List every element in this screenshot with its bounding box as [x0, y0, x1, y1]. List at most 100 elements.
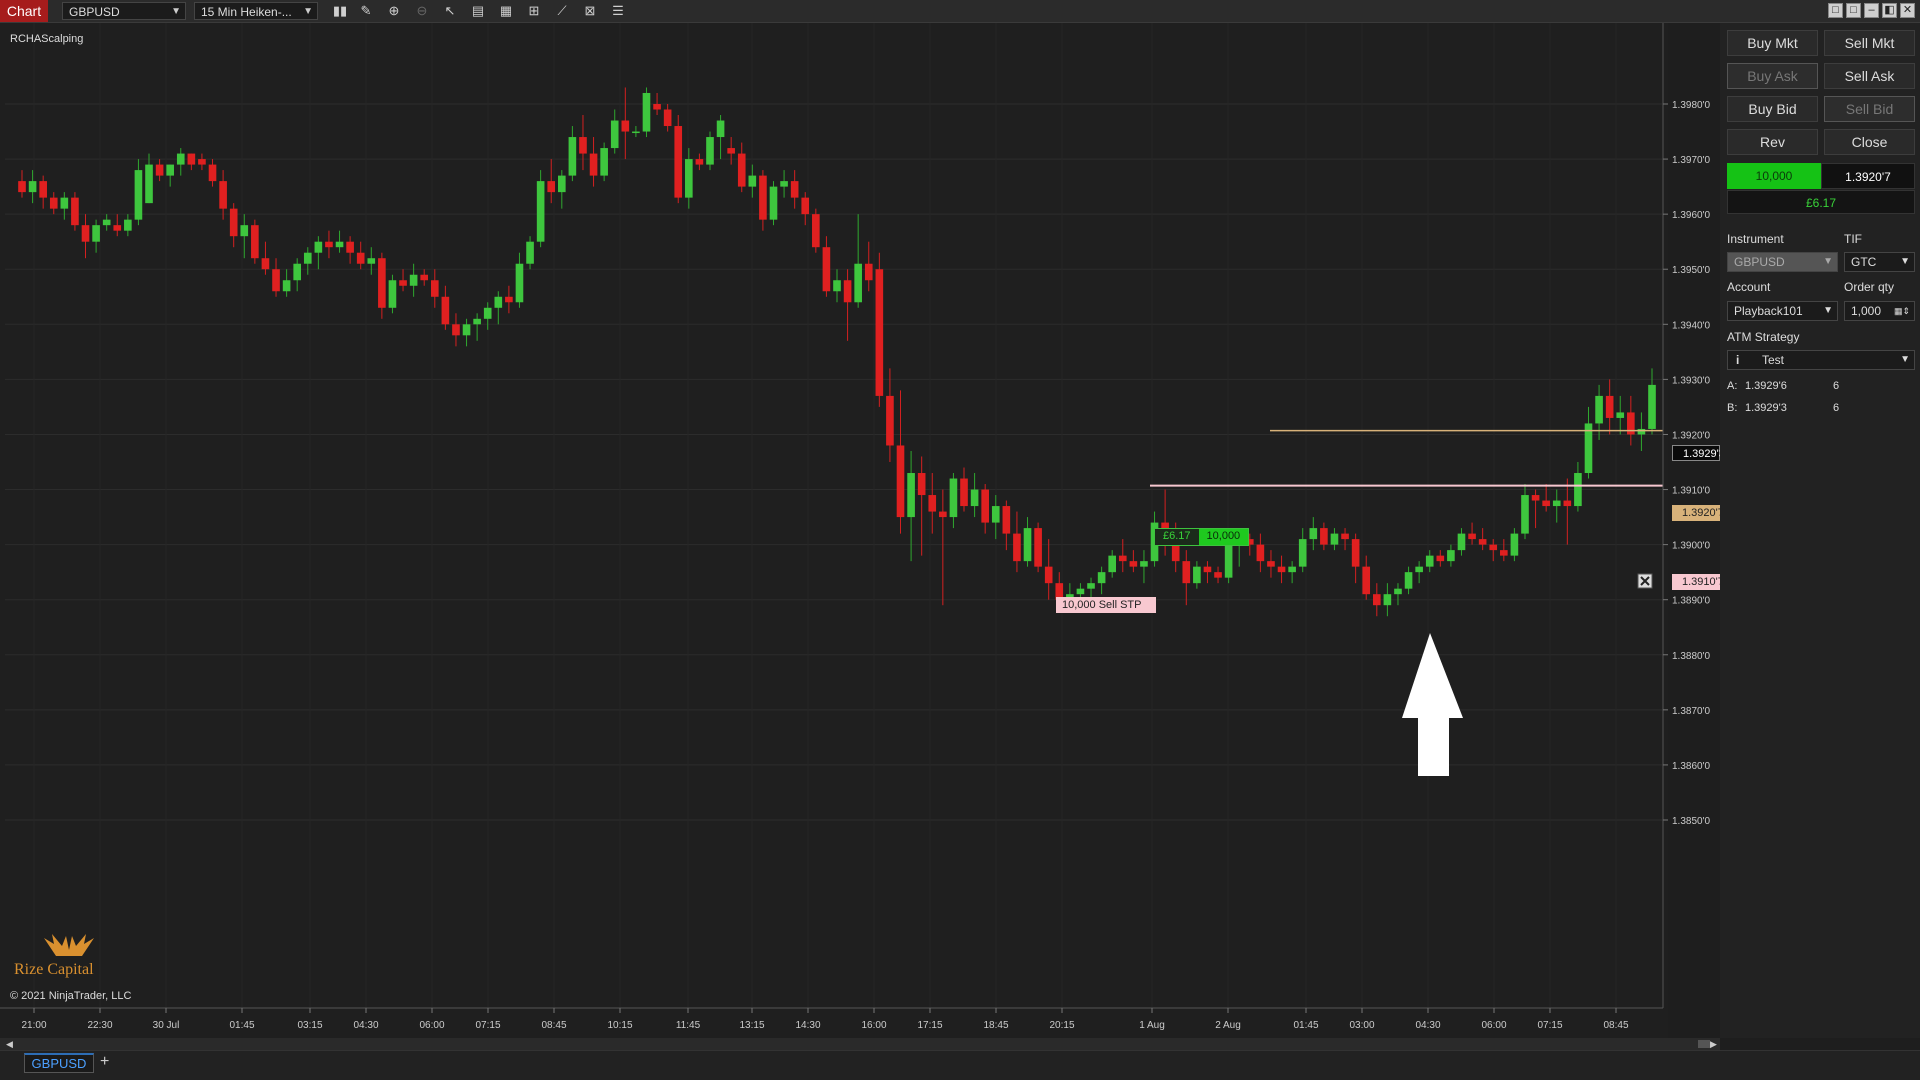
bid-size: 6: [1833, 402, 1840, 414]
close-window-button[interactable]: ✕: [1900, 3, 1915, 18]
candle-bear: [843, 280, 852, 303]
chevron-down-icon: ▼: [171, 6, 181, 17]
chart-horizontal-scrollbar[interactable]: ◀ ▶: [0, 1038, 1720, 1050]
instrument-field[interactable]: GBPUSD ▼: [1727, 252, 1838, 272]
info-icon[interactable]: i: [1736, 351, 1739, 369]
atm-strategy-value: Test: [1762, 353, 1785, 367]
buy-mkt-button[interactable]: Buy Mkt: [1727, 30, 1818, 56]
sell-mkt-button[interactable]: Sell Mkt: [1824, 30, 1915, 56]
candle-bear: [896, 445, 905, 518]
candle-bear: [1277, 566, 1286, 573]
candle-bear: [1478, 539, 1487, 545]
zoom-out-icon[interactable]: ⊖: [414, 3, 430, 19]
chart-trader-icon[interactable]: ▦: [498, 3, 514, 19]
candle-bull: [1087, 583, 1095, 589]
candle-bull: [293, 263, 302, 281]
candle-bull: [991, 506, 1000, 523]
candle-bear: [378, 258, 386, 308]
pointer-icon[interactable]: ↖: [442, 3, 458, 19]
candle-bear: [875, 269, 884, 396]
time-tick-label: 17:15: [917, 1020, 942, 1031]
time-tick-label: 04:30: [353, 1020, 378, 1031]
candle-bull: [833, 280, 841, 292]
time-tick-label: 1 Aug: [1139, 1020, 1165, 1031]
candle-bull: [536, 181, 545, 242]
ask-size: 6: [1833, 380, 1840, 392]
chevron-down-icon: ▼: [303, 6, 313, 17]
scroll-right-icon[interactable]: ▶: [1710, 1039, 1717, 1050]
window-button-1[interactable]: □: [1828, 3, 1843, 18]
candle-bear: [653, 104, 661, 110]
rev-button[interactable]: Rev: [1727, 129, 1818, 155]
candle-bear: [1118, 555, 1127, 562]
position-label[interactable]: £6.17 10,000: [1154, 528, 1250, 546]
chart-tab[interactable]: Chart: [0, 0, 48, 22]
candle-bull: [28, 181, 37, 193]
candle-bear: [547, 181, 556, 193]
window-button-2[interactable]: □: [1846, 3, 1861, 18]
zoom-in-icon[interactable]: ⊕: [386, 3, 402, 19]
account-select[interactable]: Playback101 ▼: [1727, 301, 1838, 321]
time-tick-label: 16:00: [861, 1020, 886, 1031]
list-icon[interactable]: ☰: [610, 3, 626, 19]
restore-button[interactable]: ◧: [1882, 3, 1897, 18]
close-button[interactable]: Close: [1824, 129, 1915, 155]
account-select-value: Playback101: [1734, 304, 1803, 318]
indicators-icon[interactable]: ⟋: [554, 3, 570, 19]
add-tab-button[interactable]: +: [100, 1053, 109, 1071]
candle-bull: [1140, 561, 1148, 567]
order-qty-stepper[interactable]: 1,000 ▦⇕: [1844, 301, 1915, 321]
ask-price: 1.3929'6: [1745, 380, 1787, 392]
candle-bear: [579, 137, 587, 154]
chevron-down-icon: ▼: [1823, 256, 1833, 267]
candle-bull: [1394, 588, 1402, 595]
candle-bull: [1076, 588, 1085, 595]
candle-bear: [1605, 395, 1614, 418]
candle-bear: [822, 247, 831, 292]
atm-strategy-select[interactable]: i Test ▼: [1727, 350, 1915, 370]
candle-bear: [589, 153, 598, 176]
buy-ask-button[interactable]: Buy Ask: [1727, 63, 1818, 89]
candles: [18, 87, 1656, 617]
scroll-left-icon[interactable]: ◀: [6, 1039, 13, 1050]
candle-bull: [1595, 395, 1603, 424]
position-price-marker: 1.3920'7: [1672, 505, 1724, 521]
price-tick-label: 1.3880'0: [1672, 651, 1710, 662]
candle-bull: [568, 137, 577, 176]
tif-select[interactable]: GTC ▼: [1844, 252, 1915, 272]
time-tick-label: 03:00: [1349, 1020, 1374, 1031]
scroll-thumb[interactable]: [1698, 1040, 1710, 1048]
candle-bull: [367, 258, 376, 264]
strategy-icon[interactable]: ⊠: [582, 3, 598, 19]
candle-bull: [685, 159, 693, 198]
candle-bull: [1521, 495, 1529, 534]
sell-stop-order-label[interactable]: 10,000 Sell STP: [1056, 597, 1156, 613]
chart-panel[interactable]: 1.3980'0 1.3970'0 1.3960'0 1.3950'0 1.3940'0…: [0, 23, 1725, 1038]
buy-bid-button[interactable]: Buy Bid: [1727, 96, 1818, 122]
candle-bull: [557, 175, 566, 193]
candle-bull: [1648, 384, 1656, 429]
sell-ask-button[interactable]: Sell Ask: [1824, 63, 1915, 89]
chevron-down-icon: ▼: [1823, 305, 1833, 316]
instrument-selector[interactable]: GBPUSD ▼: [62, 2, 186, 20]
data-box-icon[interactable]: ▤: [470, 3, 486, 19]
interval-selector-value: 15 Min Heiken-...: [201, 5, 292, 19]
price-tick-label: 1.3890'0: [1672, 596, 1710, 607]
candle-bear: [356, 252, 365, 264]
account-label: Account: [1727, 280, 1771, 294]
properties-icon[interactable]: ⊞: [526, 3, 542, 19]
position-pnl: £6.17: [1155, 529, 1199, 545]
tif-label: TIF: [1844, 232, 1862, 246]
time-tick-label: 30 Jul: [153, 1020, 180, 1031]
candle-bear: [113, 225, 122, 231]
interval-selector[interactable]: 15 Min Heiken-... ▼: [194, 2, 318, 20]
bar-type-icon[interactable]: ▮▮: [332, 3, 348, 19]
minimize-button[interactable]: –: [1864, 3, 1879, 18]
candle-bear: [39, 181, 47, 198]
candle-bear: [1013, 533, 1021, 562]
stepper-icon[interactable]: ▦⇕: [1894, 302, 1910, 320]
sell-bid-button[interactable]: Sell Bid: [1824, 96, 1915, 122]
draw-tool-icon[interactable]: ✎: [358, 3, 374, 19]
tab-gbpusd[interactable]: GBPUSD: [24, 1053, 94, 1073]
price-chart[interactable]: 1.3980'0 1.3970'0 1.3960'0 1.3950'0 1.3940'0…: [0, 23, 1720, 1038]
